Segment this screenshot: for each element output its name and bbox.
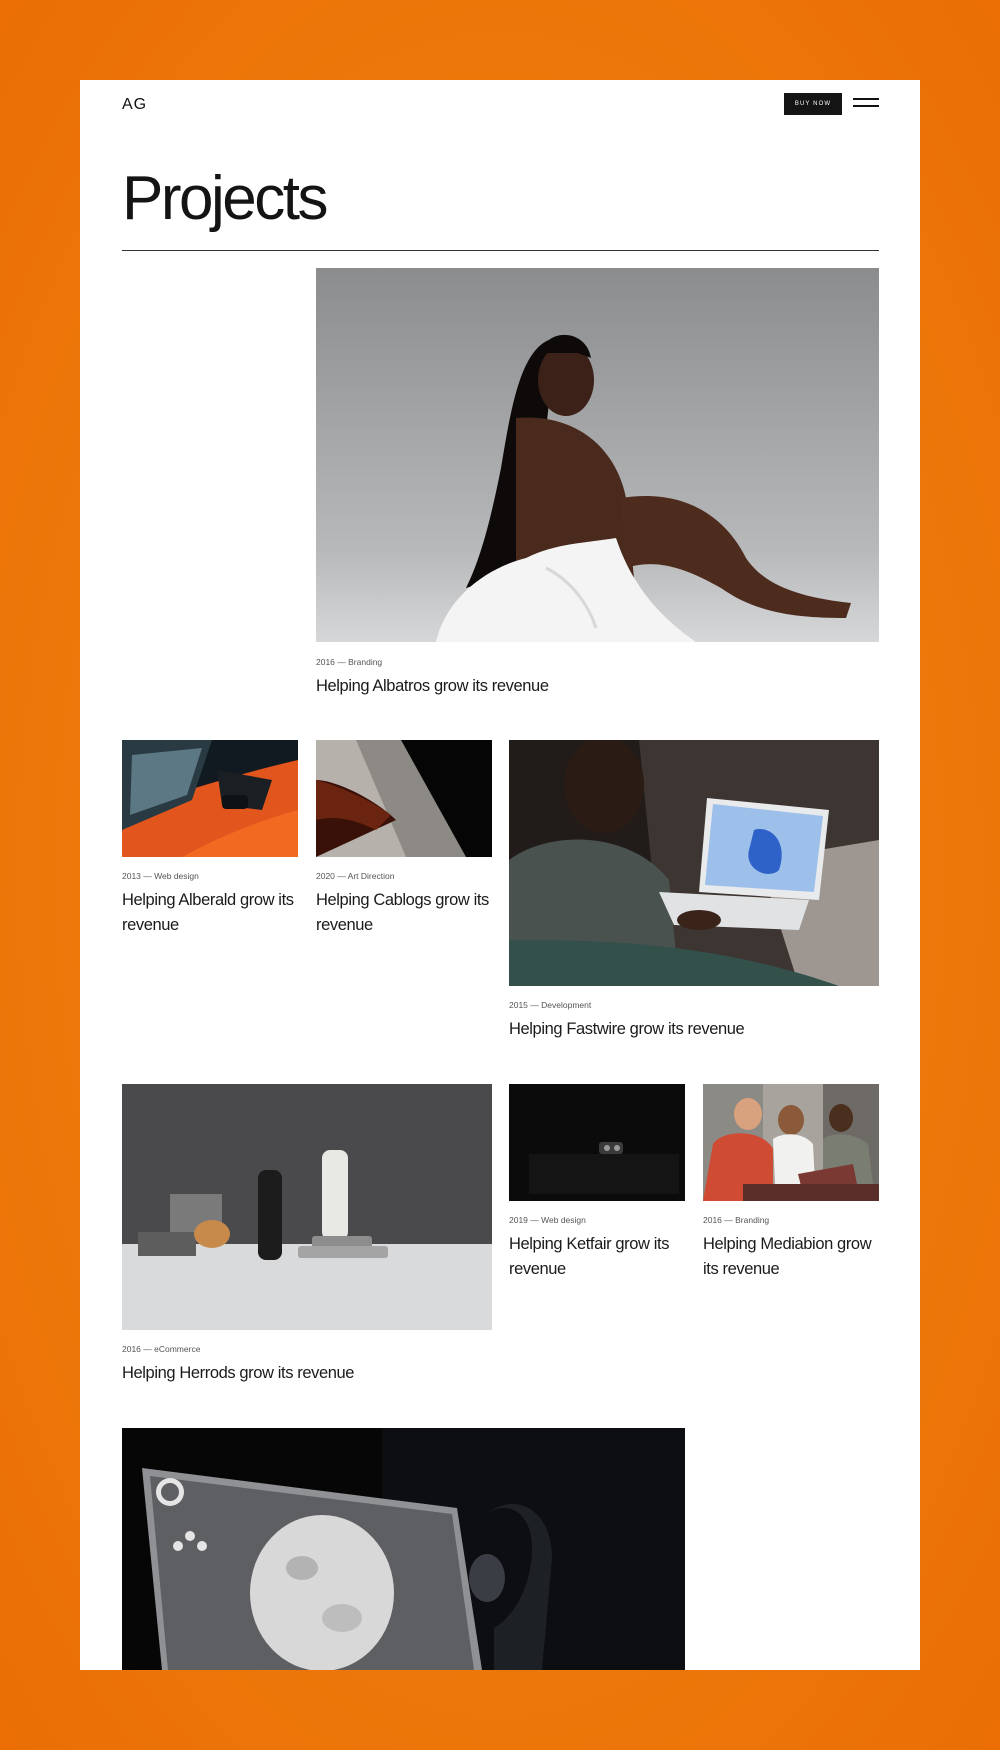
project-image-cablogs[interactable] — [316, 740, 492, 857]
project-title-herrods[interactable]: Helping Herrods grow its revenue — [122, 1361, 492, 1386]
project-meta-herrods: 2016 — eCommerce — [122, 1344, 201, 1354]
page-frame: AG BUY NOW Projects 2016 — Branding Help… — [80, 80, 920, 1670]
project-card-alberald[interactable]: 2013 — Web design Helping Alberald grow … — [122, 740, 298, 940]
project-meta-alberald: 2013 — Web design — [122, 871, 199, 881]
project-image-alberald[interactable] — [122, 740, 298, 857]
project-image-albatros[interactable] — [316, 268, 879, 642]
project-card-cablogs[interactable]: 2020 — Art Direction Helping Cablogs gro… — [316, 740, 492, 940]
page-title: Projects — [122, 164, 328, 233]
project-title-mediabion[interactable]: Helping Mediabion grow its revenue — [703, 1232, 879, 1282]
project-title-alberald[interactable]: Helping Alberald grow its revenue — [122, 888, 298, 938]
project-meta-fastwire: 2015 — Development — [509, 1000, 592, 1010]
project-meta-mediabion: 2016 — Branding — [703, 1215, 770, 1225]
project-image-moon[interactable] — [122, 1428, 685, 1670]
project-meta-ketfair: 2019 — Web design — [509, 1215, 586, 1225]
project-title-ketfair[interactable]: Helping Ketfair grow its revenue — [509, 1232, 685, 1282]
project-image-ketfair[interactable] — [509, 1084, 685, 1201]
logo[interactable]: AG — [122, 96, 147, 114]
project-image-fastwire[interactable] — [509, 740, 879, 986]
project-image-herrods[interactable] — [122, 1084, 492, 1330]
project-title-albatros[interactable]: Helping Albatros grow its revenue — [316, 674, 879, 699]
project-card-moon[interactable] — [122, 1428, 685, 1670]
project-card-fastwire[interactable]: 2015 — Development Helping Fastwire grow… — [509, 740, 879, 1045]
hamburger-menu-icon[interactable] — [853, 98, 879, 108]
project-meta-albatros: 2016 — Branding — [316, 657, 383, 667]
project-card-herrods[interactable]: 2016 — eCommerce Helping Herrods grow it… — [122, 1084, 492, 1389]
project-title-cablogs[interactable]: Helping Cablogs grow its revenue — [316, 888, 492, 938]
project-card-ketfair[interactable]: 2019 — Web design Helping Ketfair grow i… — [509, 1084, 685, 1284]
project-meta-cablogs: 2020 — Art Direction — [316, 871, 395, 881]
title-divider — [122, 250, 879, 251]
project-card-albatros[interactable]: 2016 — Branding Helping Albatros grow it… — [316, 268, 879, 708]
project-image-mediabion[interactable] — [703, 1084, 879, 1201]
project-card-mediabion[interactable]: 2016 — Branding Helping Mediabion grow i… — [703, 1084, 879, 1284]
project-title-fastwire[interactable]: Helping Fastwire grow its revenue — [509, 1017, 879, 1042]
buy-now-button[interactable]: BUY NOW — [784, 93, 842, 115]
